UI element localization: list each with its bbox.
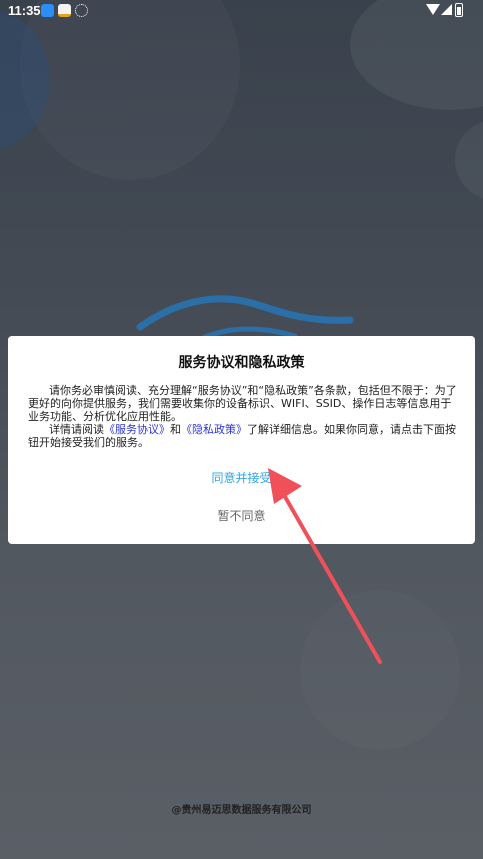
dialog-text: 和 xyxy=(170,423,181,436)
dialog-title: 服务协议和隐私政策 xyxy=(178,355,305,371)
annotation-arrow-icon xyxy=(268,468,382,664)
dialog-paragraph: 请你务必审慎阅读、充分理解“服务协议”和“隐私政策”各条款，包括但不限于：为了更… xyxy=(28,384,457,423)
privacy-dialog: 服务协议和隐私政策 请你务必审慎阅读、充分理解“服务协议”和“隐私政策”各条款，… xyxy=(8,336,475,544)
app-notification-icon xyxy=(58,4,71,17)
accept-button[interactable]: 同意并接受 xyxy=(8,466,475,490)
background-shape xyxy=(455,120,483,200)
dialog-text: 详情请阅读 xyxy=(49,423,104,436)
signal-icon xyxy=(441,4,452,15)
service-agreement-link[interactable]: 《服务协议》 xyxy=(104,423,170,436)
footer-company: @贵州易迈思数据服务有限公司 xyxy=(171,805,312,816)
background-shape xyxy=(20,0,240,180)
decline-button[interactable]: 暂不同意 xyxy=(8,504,475,528)
dialog-paragraph: 详情请阅读《服务协议》和《隐私政策》了解详细信息。如果你同意，请点击下面按钮开始… xyxy=(28,423,458,449)
dialog-body: 请你务必审慎阅读、充分理解“服务协议”和“隐私政策”各条款，包括但不限于：为了更… xyxy=(28,384,458,449)
battery-icon xyxy=(455,3,463,17)
wifi-icon xyxy=(426,4,440,15)
app-notification-icon xyxy=(75,4,88,17)
logo-wave-icon xyxy=(136,295,354,340)
privacy-policy-link[interactable]: 《隐私政策》 xyxy=(181,423,247,436)
app-notification-icon xyxy=(41,4,54,17)
status-time: 11:35 xyxy=(8,3,41,18)
status-bar: 11:35 xyxy=(0,0,483,22)
